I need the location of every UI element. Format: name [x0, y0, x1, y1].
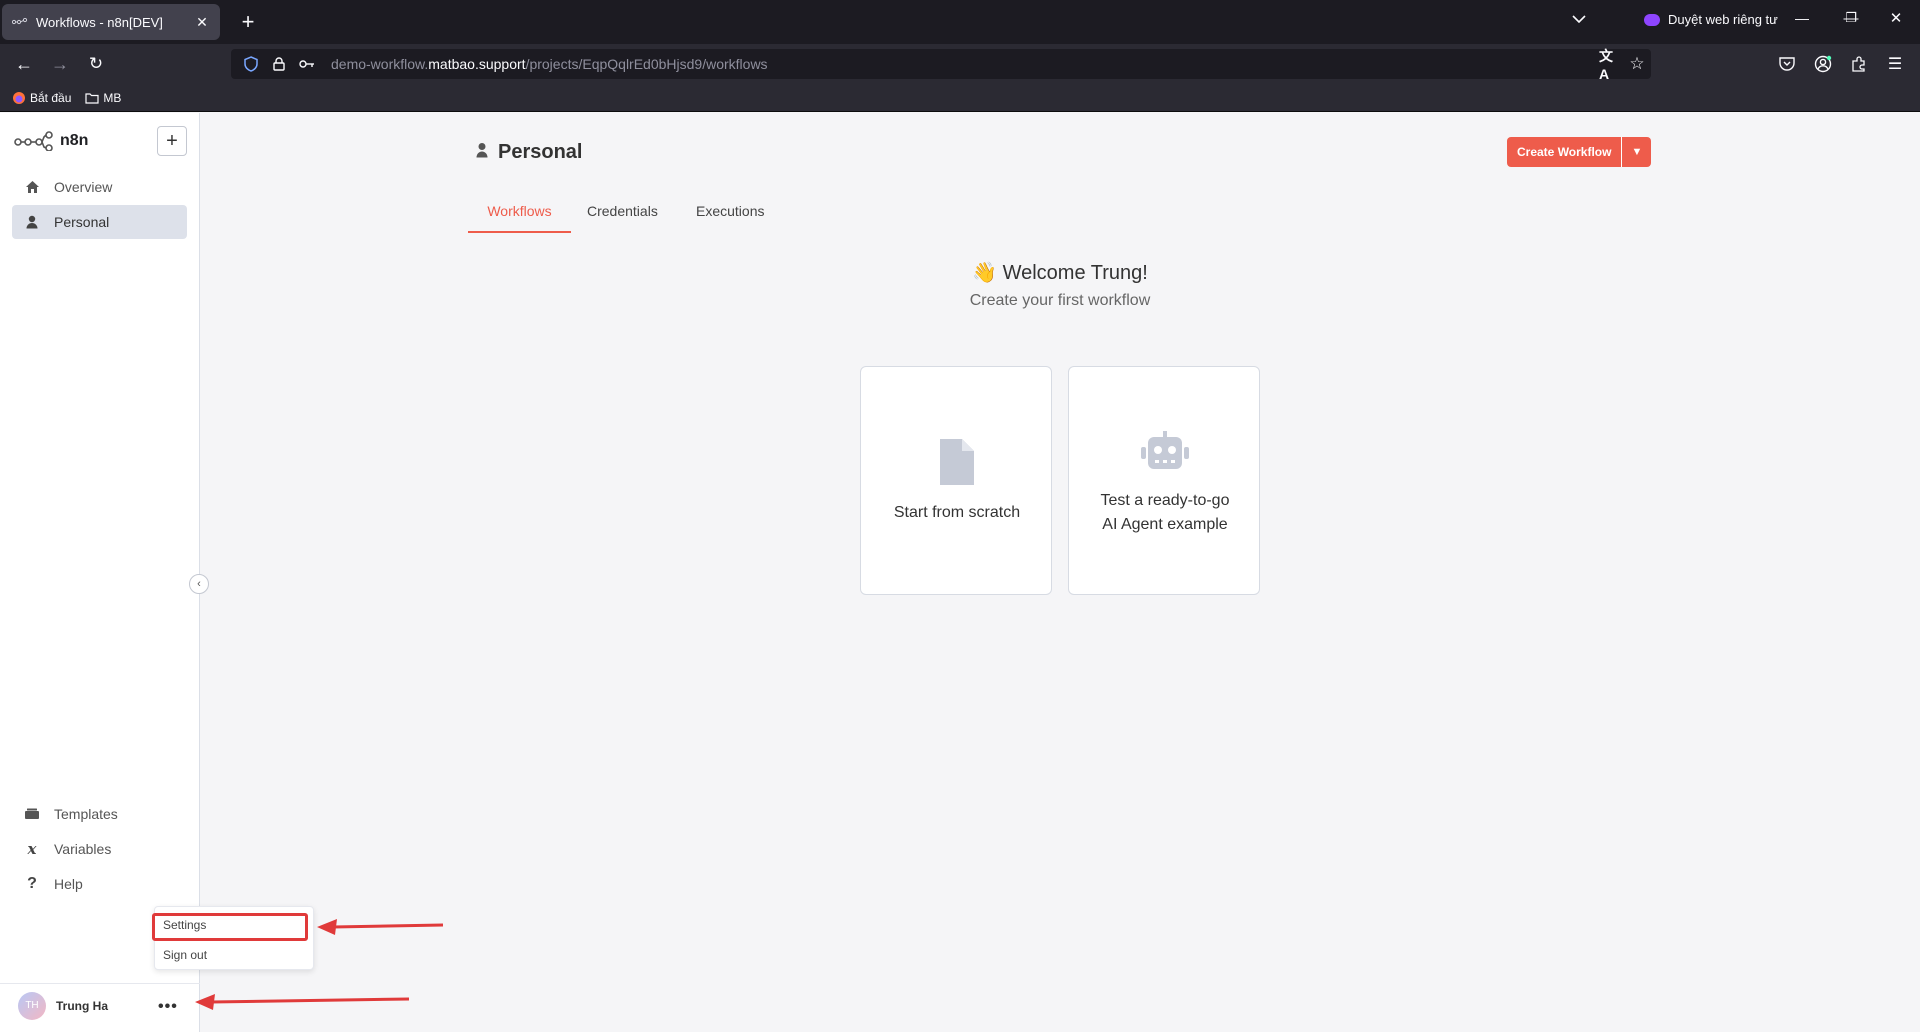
url-text: demo-workflow.matbao.support/projects/Eq… [331, 56, 768, 72]
sidebar-item-label: Personal [54, 214, 110, 230]
sidebar-item-label: Overview [54, 179, 113, 195]
translate-icon[interactable]: 文A [1599, 48, 1619, 82]
add-button[interactable]: + [157, 126, 187, 156]
tab-executions[interactable]: Executions [696, 197, 764, 233]
chevron-down-icon[interactable]: ▼ [1621, 137, 1651, 167]
n8n-logo[interactable]: n8n [14, 131, 88, 151]
tab-title: Workflows - n8n[DEV] [36, 14, 163, 30]
tab-workflows[interactable]: Workflows [468, 197, 571, 233]
sidebar-item-overview[interactable]: Overview [12, 170, 187, 204]
new-tab-button[interactable]: + [234, 8, 262, 36]
file-icon [861, 437, 1053, 487]
bookmark-item[interactable]: Bắt đầu [12, 91, 71, 105]
private-mask-icon [1644, 13, 1660, 26]
robot-icon [1069, 431, 1261, 471]
question-icon: ? [27, 875, 37, 892]
card-label: Start from scratch [893, 504, 1021, 521]
sidebar-item-label: Variables [54, 841, 112, 857]
n8n-app: n8n + Overview Personal Templates x Vari… [0, 113, 1920, 1032]
minimize-window-icon[interactable]: — [1790, 10, 1814, 26]
sidebar-item-help[interactable]: ? Help [12, 867, 187, 901]
ai-agent-example-card[interactable]: Test a ready-to-go AI Agent example [1068, 366, 1260, 595]
user-row: TH Trung Ha ••• [0, 983, 200, 1027]
box-icon [24, 806, 40, 822]
settings-highlight-box [152, 913, 308, 941]
home-icon [24, 179, 40, 195]
sidebar: n8n + Overview Personal Templates x Vari… [0, 113, 200, 1032]
page-title: Personal [498, 141, 583, 163]
start-from-scratch-card[interactable]: Start from scratch [860, 366, 1052, 595]
close-window-icon[interactable]: ✕ [1884, 9, 1908, 27]
sidebar-item-label: Templates [54, 806, 118, 822]
create-workflow-button[interactable]: Create Workflow [1507, 137, 1621, 167]
welcome-title: 👋 Welcome Trung! [972, 262, 1148, 284]
list-tabs-icon[interactable] [1567, 10, 1591, 26]
tab-credentials[interactable]: Credentials [587, 197, 658, 233]
browser-nav-bar: ← → ↻ demo-workflow.matbao.support/proje… [0, 44, 1920, 84]
reload-icon[interactable]: ↻ [84, 52, 108, 76]
pocket-icon[interactable] [1777, 54, 1797, 74]
sidebar-item-label: Help [54, 876, 83, 892]
private-label: Duyệt web riêng tư [1668, 12, 1778, 27]
bookmark-label: MB [103, 90, 122, 105]
n8n-logo-icon [14, 131, 53, 151]
collapse-sidebar-button[interactable]: ‹ [189, 574, 209, 594]
create-workflow-button-group: Create Workflow ▼ [1507, 137, 1652, 167]
firefox-icon [12, 91, 26, 105]
welcome-subtitle: Create your first workflow [969, 292, 1151, 309]
shield-icon[interactable] [243, 56, 259, 72]
extensions-icon[interactable] [1849, 54, 1869, 74]
restore-window-icon[interactable]: ❐ [1839, 10, 1863, 26]
menu-item-sign-out[interactable]: Sign out [163, 948, 207, 962]
sidebar-item-personal[interactable]: Personal [12, 205, 187, 239]
user-more-button[interactable]: ••• [158, 998, 178, 1016]
browser-tab-bar: Workflows - n8n[DEV] ✕ + Duyệt web riêng… [0, 0, 1920, 44]
key-icon[interactable] [299, 56, 315, 72]
account-icon[interactable] [1813, 54, 1833, 74]
bookmark-star-icon[interactable]: ☆ [1627, 54, 1647, 74]
browser-tab[interactable]: Workflows - n8n[DEV] ✕ [2, 4, 220, 40]
bookmark-label: Bắt đầu [30, 90, 72, 105]
logo-text: n8n [60, 132, 89, 149]
user-name: Trung Ha [56, 998, 109, 1013]
private-browsing-indicator: Duyệt web riêng tư [1644, 12, 1778, 27]
annotation-arrow-user-more [195, 994, 410, 1010]
avatar[interactable]: TH [18, 991, 46, 1020]
forward-icon[interactable]: → [48, 52, 72, 76]
page-header: Personal [476, 141, 582, 164]
back-icon[interactable]: ← [12, 52, 36, 76]
user-icon [24, 214, 40, 230]
variables-icon: x [27, 840, 37, 858]
url-bar[interactable]: demo-workflow.matbao.support/projects/Eq… [231, 49, 1651, 79]
sidebar-item-variables[interactable]: x Variables [12, 832, 187, 866]
close-tab-icon[interactable]: ✕ [194, 14, 210, 31]
n8n-favicon-icon [12, 17, 28, 27]
sidebar-item-templates[interactable]: Templates [12, 797, 187, 831]
card-label-line1: Test a ready-to-go [1100, 492, 1230, 509]
annotation-arrow-settings [317, 919, 444, 935]
bookmark-folder[interactable]: MB [85, 91, 121, 105]
menu-icon[interactable]: ☰ [1885, 54, 1905, 74]
folder-icon [85, 92, 99, 104]
card-label-line2: AI Agent example [1102, 516, 1228, 533]
user-icon [476, 142, 488, 163]
bookmarks-toolbar: Bắt đầu MB [0, 84, 1920, 112]
lock-icon[interactable] [271, 56, 287, 72]
